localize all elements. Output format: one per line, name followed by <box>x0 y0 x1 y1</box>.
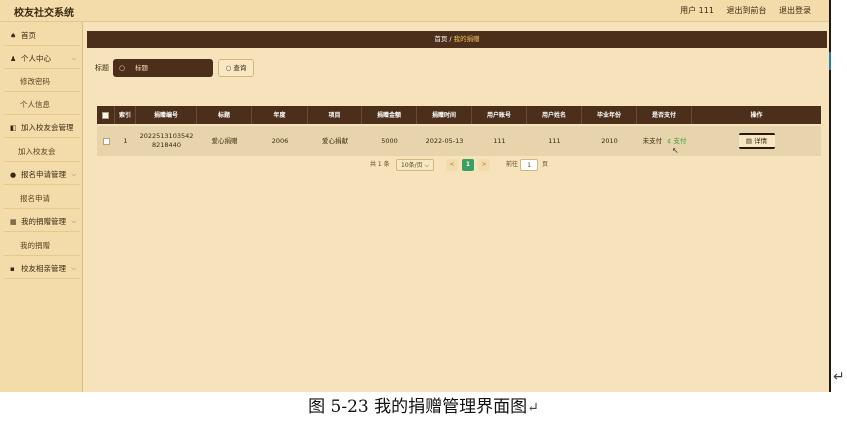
search-icon: ○ <box>119 64 126 72</box>
header-time: 捐赠时间 <box>417 106 472 124</box>
grid-icon: ▦ <box>10 218 17 226</box>
top-links: 用户 111 退出到前台 退出登录 <box>670 5 811 16</box>
header-project: 项目 <box>308 106 362 124</box>
cell-title: 爱心捐赠 <box>211 136 238 145</box>
goto-page-input[interactable]: 1 <box>520 159 538 171</box>
figure-caption: 图 5-23 我的捐赠管理界面图↵ <box>0 392 847 426</box>
search-input[interactable]: ○ 标题 <box>113 59 213 77</box>
back-to-front-link[interactable]: 退出到前台 <box>726 6 766 15</box>
current-user: 用户 111 <box>680 6 714 15</box>
breadcrumb-home[interactable]: 首页 <box>434 35 447 43</box>
chevron-down-icon: ⌵ <box>71 265 76 272</box>
header-paid: 是否支付 <box>637 106 692 124</box>
search-label: 标题 <box>95 64 109 72</box>
sidebar-item-donation-mgmt[interactable]: ▦ 我的捐赠管理 ⌵ <box>4 212 80 232</box>
search-placeholder: 标题 <box>135 64 148 72</box>
header-grad-year: 毕业年份 <box>582 106 637 124</box>
page-size-select[interactable]: 10条/页 ⌵ <box>396 159 435 171</box>
apps-icon: ▪ <box>10 265 15 273</box>
pay-link[interactable]: ¢ 支付 <box>667 137 686 146</box>
table-row: 1 20225131035428218440 爱心捐赠 2006 爱心捐献 50… <box>97 126 821 156</box>
page-number-current[interactable]: 1 <box>462 159 474 171</box>
header-account: 用户账号 <box>472 106 527 124</box>
row-select <box>97 126 115 156</box>
cell-name: 111 <box>548 136 561 145</box>
cell-year: 2006 <box>271 136 289 145</box>
logout-link[interactable]: 退出登录 <box>779 6 811 15</box>
paragraph-return-icon: ↵ <box>527 400 539 416</box>
sidebar-item-dating-mgmt[interactable]: ▪ 校友相亲管理 ⌵ <box>4 259 80 279</box>
cell-amount: 5000 <box>381 136 398 145</box>
next-page-button[interactable]: > <box>478 159 490 171</box>
cell-grad-year: 2010 <box>601 136 618 145</box>
search-button[interactable]: ○ 查询 <box>218 59 254 77</box>
row-checkbox[interactable] <box>102 137 110 145</box>
sidebar-item-signup-mgmt[interactable]: ● 报名申请管理 ⌵ <box>4 165 80 185</box>
table-header: 索引 捐赠编号 标题 年度 项目 捐赠金额 捐赠时间 用户账号 用户姓名 毕业年… <box>97 106 821 124</box>
mouse-cursor-icon: ↖ <box>672 146 679 155</box>
app-window: 校友社交系统 用户 111 退出到前台 退出登录 ♠ 首页 ♟ 个人中心 ⌵ 修改密… <box>0 0 829 392</box>
search-button-icon: ○ <box>225 64 232 72</box>
sidebar-item-change-password[interactable]: 修改密码 <box>4 72 80 92</box>
sidebar: ♠ 首页 ♟ 个人中心 ⌵ 修改密码 个人信息 ◧ 加入校友会管理 加入校友会 ● 报名… <box>0 22 83 392</box>
sidebar-item-personal-info[interactable]: 个人信息 <box>4 95 80 115</box>
breadcrumb: 首页 / 我的捐赠 <box>87 31 827 48</box>
sidebar-item-my-donation[interactable]: 我的捐赠 <box>4 236 80 256</box>
paid-status: 未支付 <box>642 136 663 145</box>
home-icon: ♠ <box>10 32 17 40</box>
detail-icon: ▤ <box>745 137 753 145</box>
cell-paid: 未支付 ¢ 支付 <box>637 126 692 156</box>
chevron-down-icon: ⌵ <box>71 218 76 225</box>
sidebar-item-personal-center[interactable]: ♟ 个人中心 ⌵ <box>4 49 80 69</box>
prev-page-button[interactable]: < <box>446 159 458 171</box>
header-index: 索引 <box>115 106 136 124</box>
sidebar-item-home[interactable]: ♠ 首页 <box>4 26 80 46</box>
top-bar: 校友社交系统 用户 111 退出到前台 退出登录 <box>0 0 829 22</box>
select-all-checkbox[interactable] <box>102 111 109 119</box>
cell-time: 2022-05-13 <box>425 136 464 145</box>
page-unit-label: 页 <box>542 161 549 168</box>
breadcrumb-current: 我的捐赠 <box>453 35 480 43</box>
header-year: 年度 <box>252 106 308 124</box>
thumb-icon: ◧ <box>10 124 17 132</box>
header-donation-code: 捐赠编号 <box>136 106 197 124</box>
sidebar-item-signup[interactable]: 报名申请 <box>4 189 80 209</box>
chevron-down-icon: ⌵ <box>71 55 76 62</box>
header-select-all <box>97 106 115 124</box>
header-actions: 操作 <box>750 111 763 119</box>
cell-donation-code: 20225131035428218440 <box>139 132 194 149</box>
app-title: 校友社交系统 <box>14 8 74 19</box>
cell-index: 1 <box>123 136 128 145</box>
chevron-down-icon: ⌵ <box>71 171 76 178</box>
header-title: 标题 <box>197 106 252 124</box>
header-name: 用户姓名 <box>527 106 582 124</box>
paragraph-return-icon: ↵ <box>833 369 845 385</box>
user-icon: ♟ <box>10 55 17 63</box>
sidebar-item-alumni-join-mgmt[interactable]: ◧ 加入校友会管理 <box>4 118 80 138</box>
pagination-total: 共 1 条 <box>370 161 390 168</box>
window-edge-accent <box>829 52 831 70</box>
detail-button[interactable]: ▤ 详情 <box>738 133 775 149</box>
header-amount: 捐赠金额 <box>362 106 417 124</box>
cell-account: 111 <box>493 136 506 145</box>
cell-project: 爱心捐献 <box>322 136 348 145</box>
pin-icon: ● <box>10 171 17 179</box>
cell-actions: ▤ 详情 <box>692 126 821 156</box>
goto-label: 前往 <box>506 161 519 168</box>
sidebar-item-alumni-join[interactable]: 加入校友会 <box>4 142 80 162</box>
